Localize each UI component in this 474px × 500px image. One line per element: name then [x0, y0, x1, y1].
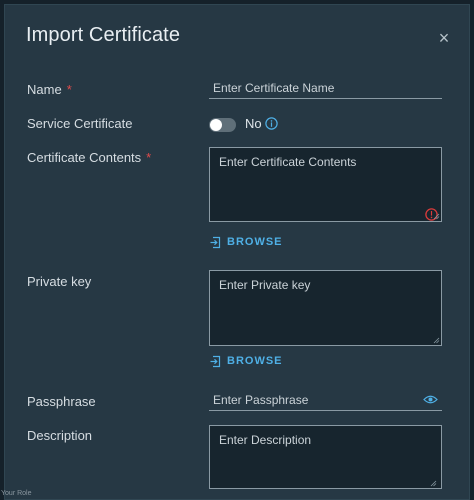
description-label: Description [27, 428, 93, 443]
certificate-contents-textarea[interactable] [209, 147, 442, 222]
private-key-label: Private key [27, 274, 92, 289]
browse-label: BROWSE [227, 236, 283, 248]
file-upload-icon [210, 355, 221, 367]
toggle-knob [210, 119, 222, 131]
dialog-title: Import Certificate [26, 24, 181, 46]
certificate-name-input[interactable] [209, 77, 442, 99]
service-certificate-state: No [245, 116, 262, 131]
resize-grip-icon[interactable] [433, 337, 440, 344]
resize-grip-icon[interactable] [430, 480, 437, 487]
eye-icon[interactable] [423, 394, 438, 405]
certificate-contents-label: Certificate Contents * [27, 150, 151, 165]
browse-label: BROWSE [227, 355, 283, 367]
close-icon[interactable]: × [435, 29, 453, 47]
certificate-contents-label-text: Certificate Contents [27, 150, 142, 165]
name-label: Name * [27, 82, 72, 97]
file-upload-icon [210, 236, 221, 248]
passphrase-label: Passphrase [27, 394, 96, 409]
passphrase-input[interactable] [209, 389, 442, 411]
resize-grip-icon[interactable] [433, 213, 440, 220]
browse-private-key-button[interactable]: BROWSE [210, 354, 283, 368]
import-certificate-dialog: Import Certificate × Name * Service Certi… [4, 4, 470, 500]
info-icon[interactable] [265, 117, 278, 130]
description-textarea[interactable] [209, 425, 442, 489]
footer-text: Your Role [1, 490, 32, 497]
private-key-textarea[interactable] [209, 270, 442, 346]
required-marker: * [66, 82, 72, 97]
name-label-text: Name [27, 82, 62, 97]
required-marker: * [146, 150, 152, 165]
service-certificate-label: Service Certificate [27, 116, 133, 131]
browse-certificate-button[interactable]: BROWSE [210, 235, 283, 249]
service-certificate-toggle[interactable] [209, 118, 236, 132]
